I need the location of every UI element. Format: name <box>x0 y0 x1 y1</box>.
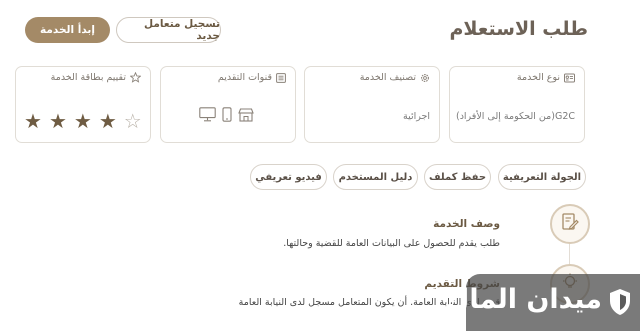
edit-document-icon <box>560 212 580 236</box>
watermark-text: ميدان المال <box>445 284 602 315</box>
mobile-phone-icon <box>222 107 232 126</box>
rating-header: تقييم بطاقة الخدمة <box>51 72 141 83</box>
channels-label: قنوات التقديم <box>217 72 272 83</box>
shield-logo-icon <box>608 288 632 316</box>
id-card-icon <box>564 73 575 83</box>
tour-chip[interactable]: الجولة التعريفية <box>498 164 586 190</box>
classification-label: تصنيف الخدمة <box>359 72 416 83</box>
gear-icon <box>420 73 430 83</box>
service-classification-card: تصنيف الخدمة اجرائية <box>304 66 440 143</box>
service-type-card: نوع الخدمة G2C(من الحكومة إلى الأفراد) <box>449 66 585 143</box>
classification-header: تصنيف الخدمة <box>360 72 430 83</box>
user-guide-chip[interactable]: دليل المستخدم <box>333 164 418 190</box>
star-3-icon[interactable]: ★ <box>74 111 92 131</box>
description-step-circle <box>550 204 590 244</box>
service-card-page: طلب الاستعلام تسجيل متعامل جديد إبدأ الخ… <box>0 0 640 331</box>
submission-channels-card: قنوات التقديم <box>160 66 296 143</box>
star-5-icon[interactable]: ☆ <box>124 111 142 131</box>
rating-card: تقييم بطاقة الخدمة ☆ ★ ★ ★ ★ <box>15 66 151 143</box>
star-4-icon[interactable]: ★ <box>99 111 117 131</box>
description-text: طلب يقدم للحصول على البيانات العامة للقض… <box>283 238 500 249</box>
list-icon <box>276 72 286 83</box>
star-outline-icon <box>130 72 141 83</box>
service-center-icon <box>238 107 254 126</box>
service-type-header: نوع الخدمة <box>517 72 575 83</box>
service-type-value: G2C(من الحكومة إلى الأفراد) <box>455 111 575 122</box>
intro-video-chip[interactable]: فيديو تعريفي <box>250 164 327 190</box>
star-1-icon[interactable]: ★ <box>24 111 42 131</box>
page-title: طلب الاستعلام <box>449 18 588 40</box>
channels-header: قنوات التقديم <box>218 72 286 83</box>
channel-icons <box>199 107 254 126</box>
start-service-button[interactable]: إبدأ الخدمة <box>25 17 110 43</box>
classification-value: اجرائية <box>403 111 430 122</box>
rating-label: تقييم بطاقة الخدمة <box>50 72 126 83</box>
desktop-computer-icon <box>199 107 216 126</box>
watermark-overlay: ميدان المال <box>446 274 640 331</box>
star-2-icon[interactable]: ★ <box>49 111 67 131</box>
star-rating[interactable]: ☆ ★ ★ ★ ★ <box>24 111 142 131</box>
save-as-file-chip[interactable]: حفظ كملف <box>424 164 491 190</box>
service-type-label: نوع الخدمة <box>516 72 560 83</box>
register-new-customer-button[interactable]: تسجيل متعامل جديد <box>116 17 221 43</box>
description-title: وصف الخدمة <box>433 218 500 230</box>
